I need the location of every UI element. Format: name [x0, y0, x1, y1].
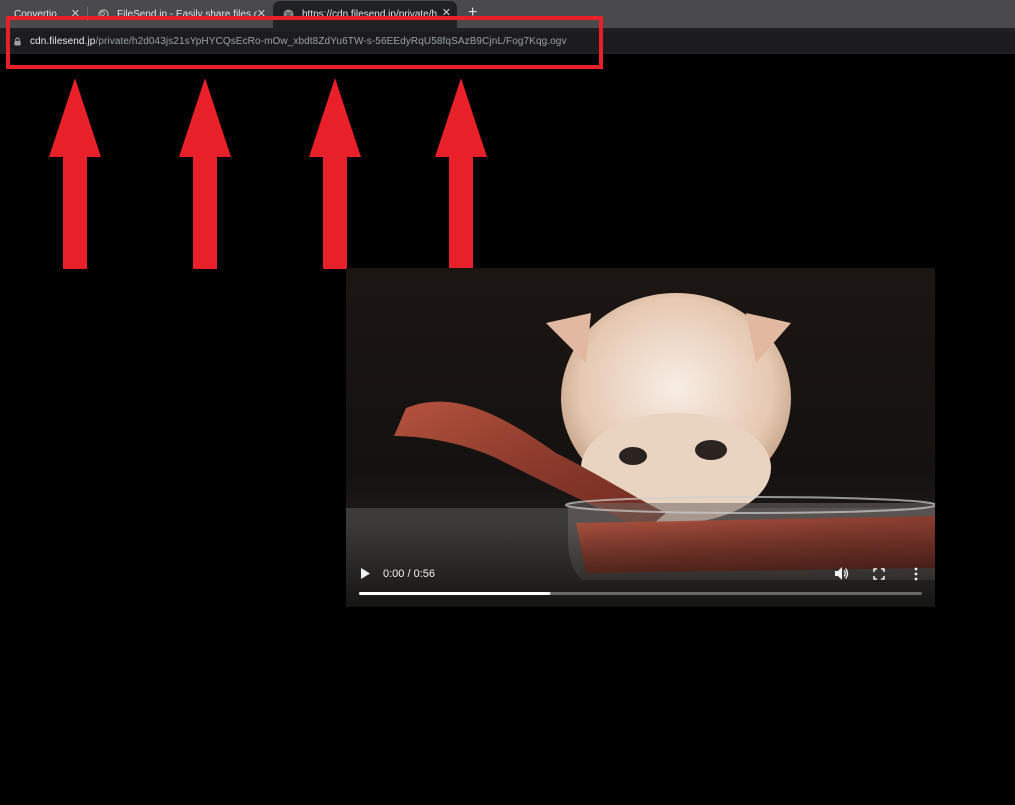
volume-icon[interactable]: [835, 567, 849, 580]
progress-fill: [359, 592, 551, 595]
up-arrow-icon: [179, 78, 231, 269]
video-frame: [346, 268, 935, 607]
annotation-highlight-box: [6, 16, 603, 69]
video-time-display: 0:00 / 0:56: [383, 568, 435, 580]
up-arrow-icon: [435, 78, 487, 269]
up-arrow-icon: [309, 78, 361, 269]
up-arrow-icon: [49, 78, 101, 269]
more-options-icon[interactable]: [913, 567, 919, 581]
play-icon[interactable]: [360, 568, 371, 579]
annotation-arrows: [49, 78, 487, 269]
video-player[interactable]: [346, 268, 935, 607]
fullscreen-icon[interactable]: [873, 568, 885, 580]
